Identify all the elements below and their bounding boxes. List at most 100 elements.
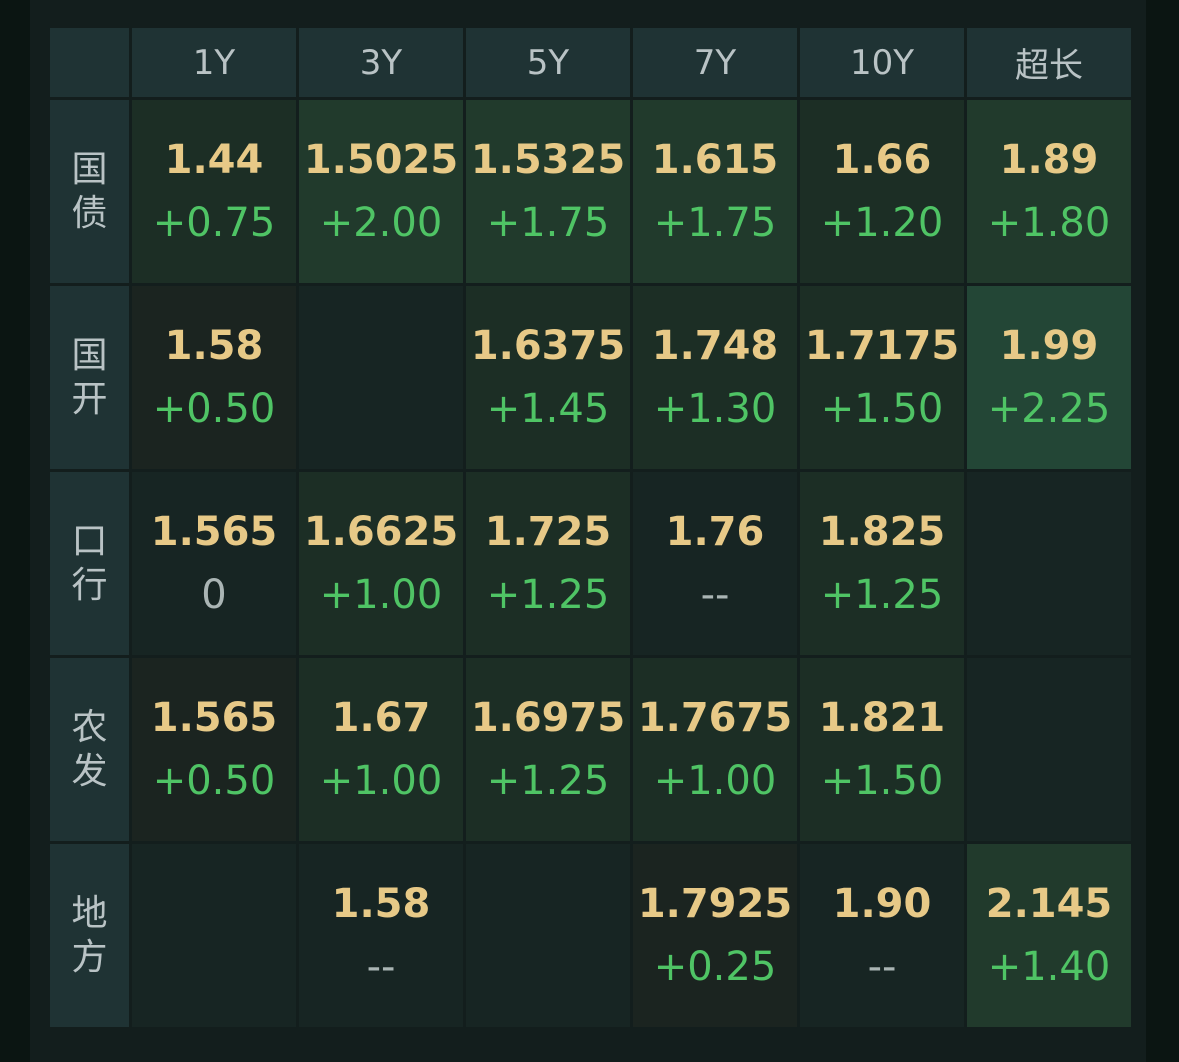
yield-change: +1.45 (486, 386, 610, 432)
quote-cell[interactable]: 1.58 +0.50 (132, 286, 296, 469)
quote-cell[interactable]: 1.565 0 (132, 472, 296, 655)
yield-value: 1.565 (150, 695, 278, 741)
row-label-treasury[interactable]: 国 债 (50, 100, 129, 283)
yield-change: +1.40 (987, 944, 1111, 990)
column-header-7y[interactable]: 7Y (633, 28, 797, 97)
yield-value: 1.725 (484, 509, 612, 555)
quote-cell[interactable]: 1.5325 +1.75 (466, 100, 630, 283)
row-label-char: 行 (71, 564, 108, 606)
yield-value: 1.825 (818, 509, 946, 555)
quote-cell[interactable]: 1.89 +1.80 (967, 100, 1131, 283)
yield-change: -- (366, 944, 396, 990)
yield-value: 1.76 (665, 509, 765, 555)
yield-value: 1.7175 (804, 323, 960, 369)
quote-cell[interactable]: 1.565 +0.50 (132, 658, 296, 841)
quote-cell[interactable]: 1.99 +2.25 (967, 286, 1131, 469)
quote-cell[interactable]: 1.76 -- (633, 472, 797, 655)
yield-value: 1.615 (651, 137, 779, 183)
quote-cell[interactable]: 1.6625 +1.00 (299, 472, 463, 655)
yield-change: +0.50 (152, 758, 276, 804)
quote-cell-empty[interactable] (967, 472, 1131, 655)
quote-cell-empty[interactable] (967, 658, 1131, 841)
column-header-10y[interactable]: 10Y (800, 28, 964, 97)
yield-value: 1.6975 (470, 695, 626, 741)
row-label-char: 开 (71, 378, 108, 420)
row-label-local-gov[interactable]: 地 方 (50, 844, 129, 1027)
row-label-exim[interactable]: 口 行 (50, 472, 129, 655)
yield-value: 1.7675 (637, 695, 793, 741)
yield-change: +1.50 (820, 758, 944, 804)
quote-cell[interactable]: 1.748 +1.30 (633, 286, 797, 469)
row-label-cdb[interactable]: 国 开 (50, 286, 129, 469)
column-header-1y[interactable]: 1Y (132, 28, 296, 97)
quote-cell[interactable]: 1.58 -- (299, 844, 463, 1027)
yield-change: +1.00 (653, 758, 777, 804)
yield-value: 1.58 (331, 881, 431, 927)
yield-value: 1.748 (651, 323, 779, 369)
yield-value: 1.7925 (637, 881, 793, 927)
yield-value: 1.565 (150, 509, 278, 555)
yield-change: +0.50 (152, 386, 276, 432)
quote-cell[interactable]: 1.725 +1.25 (466, 472, 630, 655)
row-label-char: 债 (71, 192, 108, 234)
quote-cell[interactable]: 1.6375 +1.45 (466, 286, 630, 469)
yield-change: 0 (201, 572, 227, 618)
yield-value: 1.6625 (303, 509, 459, 555)
yield-value: 1.6375 (470, 323, 626, 369)
quote-cell[interactable]: 1.67 +1.00 (299, 658, 463, 841)
quote-cell[interactable]: 1.615 +1.75 (633, 100, 797, 283)
quote-cell-empty[interactable] (132, 844, 296, 1027)
quote-cell[interactable]: 1.7175 +1.50 (800, 286, 964, 469)
yield-change: +2.25 (987, 386, 1111, 432)
yield-change: +1.50 (820, 386, 944, 432)
yield-change: -- (867, 944, 897, 990)
row-label-char: 发 (71, 750, 108, 792)
yield-change: +1.80 (987, 200, 1111, 246)
row-label-char: 国 (71, 148, 108, 190)
yield-change: +1.00 (319, 572, 443, 618)
quote-cell[interactable]: 1.7675 +1.00 (633, 658, 797, 841)
yield-value: 1.44 (164, 137, 264, 183)
yield-change: +2.00 (319, 200, 443, 246)
quote-cell[interactable]: 1.5025 +2.00 (299, 100, 463, 283)
yield-change: +1.25 (486, 572, 610, 618)
yield-change: +0.25 (653, 944, 777, 990)
yield-value: 1.99 (999, 323, 1099, 369)
quote-cell[interactable]: 1.44 +0.75 (132, 100, 296, 283)
yield-value: 1.89 (999, 137, 1099, 183)
yield-change: +1.00 (319, 758, 443, 804)
row-label-adbc[interactable]: 农 发 (50, 658, 129, 841)
quote-cell-empty[interactable] (299, 286, 463, 469)
yield-value: 2.145 (985, 881, 1113, 927)
yield-value: 1.5025 (303, 137, 459, 183)
column-header-5y[interactable]: 5Y (466, 28, 630, 97)
column-header-ultra-long[interactable]: 超长 (967, 28, 1131, 97)
quote-cell-empty[interactable] (466, 844, 630, 1027)
yield-matrix: 1Y 3Y 5Y 7Y 10Y 超长 国 债 1.44 +0.75 1.5025… (50, 28, 1131, 1027)
yield-value: 1.67 (331, 695, 431, 741)
quote-cell[interactable]: 1.90 -- (800, 844, 964, 1027)
yield-change: +1.20 (820, 200, 944, 246)
row-label-char: 口 (71, 520, 108, 562)
yield-change: +0.75 (152, 200, 276, 246)
yield-value: 1.66 (832, 137, 932, 183)
row-label-char: 地 (71, 892, 108, 934)
quote-cell[interactable]: 1.825 +1.25 (800, 472, 964, 655)
yield-change: +1.75 (486, 200, 610, 246)
yield-value: 1.5325 (470, 137, 626, 183)
quote-cell[interactable]: 2.145 +1.40 (967, 844, 1131, 1027)
header-corner (50, 28, 129, 97)
yield-change: -- (700, 572, 730, 618)
yield-value: 1.90 (832, 881, 932, 927)
quote-cell[interactable]: 1.821 +1.50 (800, 658, 964, 841)
column-header-3y[interactable]: 3Y (299, 28, 463, 97)
quote-cell[interactable]: 1.7925 +0.25 (633, 844, 797, 1027)
yield-change: +1.75 (653, 200, 777, 246)
yield-change: +1.25 (820, 572, 944, 618)
yield-change: +1.25 (486, 758, 610, 804)
quote-cell[interactable]: 1.66 +1.20 (800, 100, 964, 283)
quote-cell[interactable]: 1.6975 +1.25 (466, 658, 630, 841)
row-label-char: 国 (71, 334, 108, 376)
yield-value: 1.821 (818, 695, 946, 741)
yield-change: +1.30 (653, 386, 777, 432)
